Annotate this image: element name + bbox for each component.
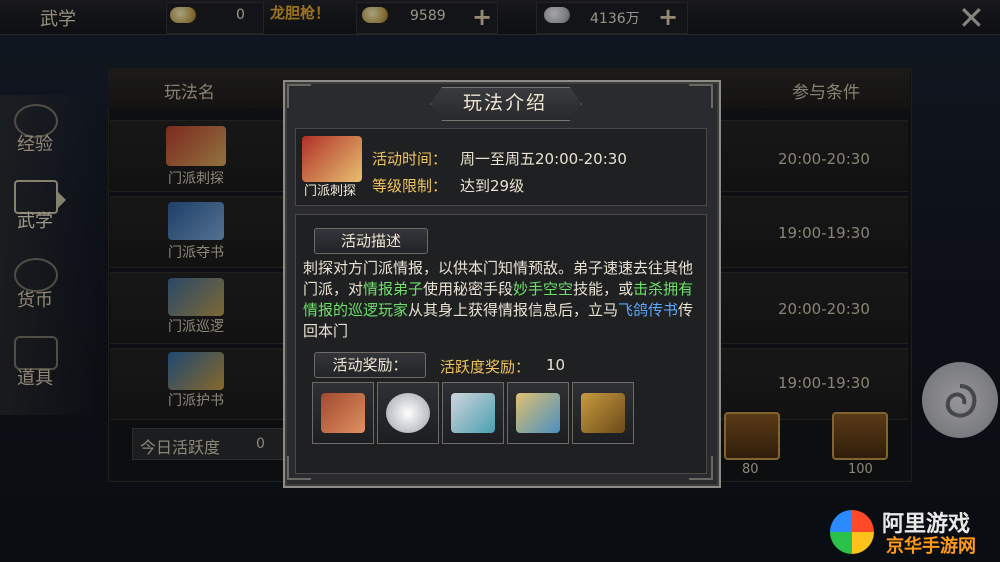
time-value: 周一至周五20:00-20:30 (460, 150, 627, 168)
description-text: 刺探对方门派情报，以供本门知情预敌。弟子速速去往其他门派，对情报弟子使用秘密手段… (303, 258, 701, 342)
frame-corner (689, 84, 713, 108)
silver-ingot-icon (386, 393, 430, 433)
reward-slot[interactable] (377, 382, 439, 444)
desc-highlight: 飞鸽传书 (618, 301, 679, 319)
reward-slot[interactable] (312, 382, 374, 444)
scroll-icon (451, 393, 495, 433)
level-label: 等级限制： (372, 177, 448, 195)
watermark-logo-icon (830, 510, 874, 554)
reward-label: 活动奖励： (314, 352, 426, 378)
manual-icon (581, 393, 625, 433)
modal-title: 玩法介绍 (462, 92, 547, 114)
desc-text: 使用秘密手段 (423, 280, 514, 298)
reward-slot[interactable] (572, 382, 634, 444)
reward-slot[interactable] (507, 382, 569, 444)
map-scroll-icon (516, 393, 560, 433)
desc-highlight: 妙手空空 (513, 280, 574, 298)
desc-text: 从其身上获得情报信息后，立马 (408, 301, 619, 319)
watermark: 阿里游戏 京华手游网 (830, 510, 1000, 562)
frame-corner (287, 84, 311, 108)
reward-slot[interactable] (442, 382, 504, 444)
time-label: 活动时间： (372, 150, 448, 168)
watermark-bottom: 京华手游网 (886, 536, 976, 557)
activity-icon-label: 门派刺探 (304, 184, 357, 199)
desc-highlight: 情报弟子 (363, 280, 424, 298)
activity-reward-value: 10 (546, 356, 566, 374)
activity-icon (302, 136, 362, 182)
desc-title: 活动描述 (314, 228, 428, 254)
level-value: 达到29级 (460, 177, 525, 195)
activity-reward-label: 活跃度奖励： (440, 358, 531, 376)
book-icon (321, 393, 365, 433)
desc-text: 技能，或 (573, 280, 634, 298)
